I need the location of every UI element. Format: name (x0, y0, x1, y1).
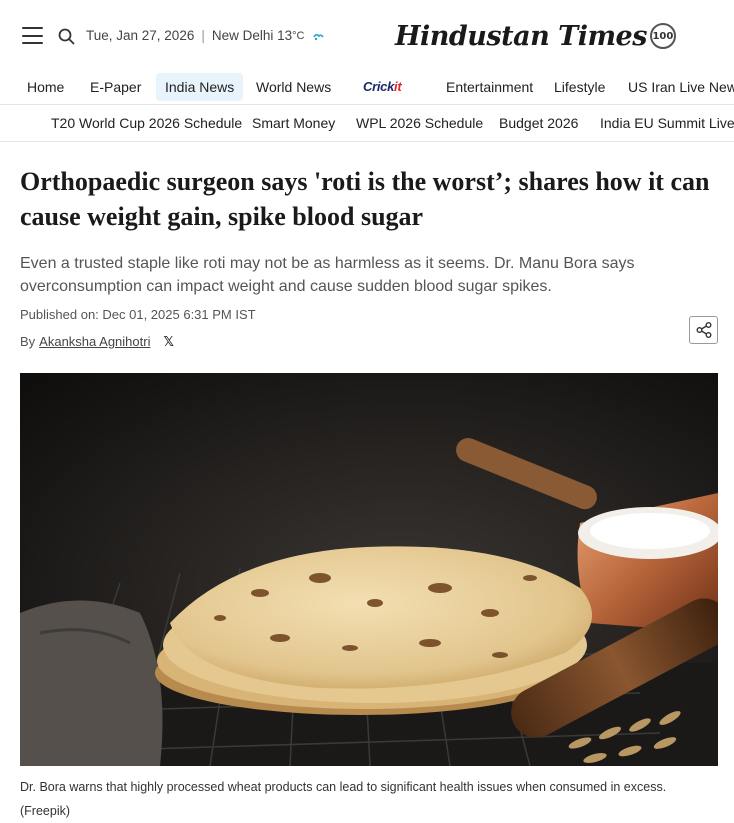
nav-item-lifestyle[interactable]: Lifestyle (554, 73, 605, 101)
current-date: Tue, Jan 27, 2026 (86, 28, 195, 43)
logo-wordmark: Hindustan Times (395, 20, 647, 52)
byline-prefix: By (20, 334, 36, 349)
author-link[interactable]: Akanksha Agnihotri (39, 334, 150, 349)
nav-item-epaper[interactable]: E-Paper (90, 73, 141, 101)
nav-item-us-iran-live[interactable]: US Iran Live News (628, 73, 734, 101)
roti-photo (20, 373, 718, 766)
subnav-item-india-eu-summit[interactable]: India EU Summit Live (600, 115, 734, 131)
weather-text: New Delhi 13 (211, 28, 293, 43)
search-icon[interactable] (58, 28, 75, 45)
dateline: Tue, Jan 27, 2026 | New Delhi 13 °C (86, 28, 325, 43)
temp-unit: °C (292, 29, 305, 42)
sub-nav: T20 World Cup 2026 Schedule Smart Money … (0, 106, 734, 142)
hamburger-menu-icon[interactable] (22, 27, 43, 44)
nav-item-home[interactable]: Home (27, 73, 64, 101)
nav-item-entertainment[interactable]: Entertainment (446, 73, 533, 101)
weather-icon (312, 33, 324, 40)
subnav-item-budget[interactable]: Budget 2026 (499, 115, 578, 131)
x-twitter-icon[interactable]: 𝕏 (163, 335, 173, 350)
subnav-item-smart-money[interactable]: Smart Money (252, 115, 335, 131)
byline: By Akanksha Agnihotri 𝕏 (20, 333, 174, 350)
nav-item-world-news[interactable]: World News (256, 73, 331, 101)
published-date: Published on: Dec 01, 2025 6:31 PM IST (20, 307, 256, 322)
site-logo[interactable]: Hindustan Times 100 (395, 20, 676, 52)
share-button[interactable] (689, 316, 718, 344)
separator: | (201, 28, 205, 43)
crickit-logo-accent: it (394, 79, 402, 94)
subnav-item-t20-schedule[interactable]: T20 World Cup 2026 Schedule (51, 115, 242, 131)
article-hero-image (20, 373, 718, 766)
share-icon (696, 322, 711, 338)
image-caption: Dr. Bora warns that highly processed whe… (20, 780, 667, 818)
nav-item-india-news[interactable]: India News (156, 73, 244, 101)
logo-anniversary-badge: 100 (649, 23, 676, 49)
crickit-logo-main: Crick (363, 79, 395, 94)
article-summary: Even a trusted staple like roti may not … (20, 255, 635, 295)
article-headline: Orthopaedic surgeon says 'roti is the wo… (20, 167, 710, 231)
nav-item-crickit[interactable]: Crickit (363, 73, 402, 101)
subnav-item-wpl-schedule[interactable]: WPL 2026 Schedule (356, 115, 483, 131)
top-bar: Tue, Jan 27, 2026 | New Delhi 13 °C Hindu… (0, 0, 734, 70)
main-nav: Home E-Paper India News World News Crick… (0, 70, 734, 105)
